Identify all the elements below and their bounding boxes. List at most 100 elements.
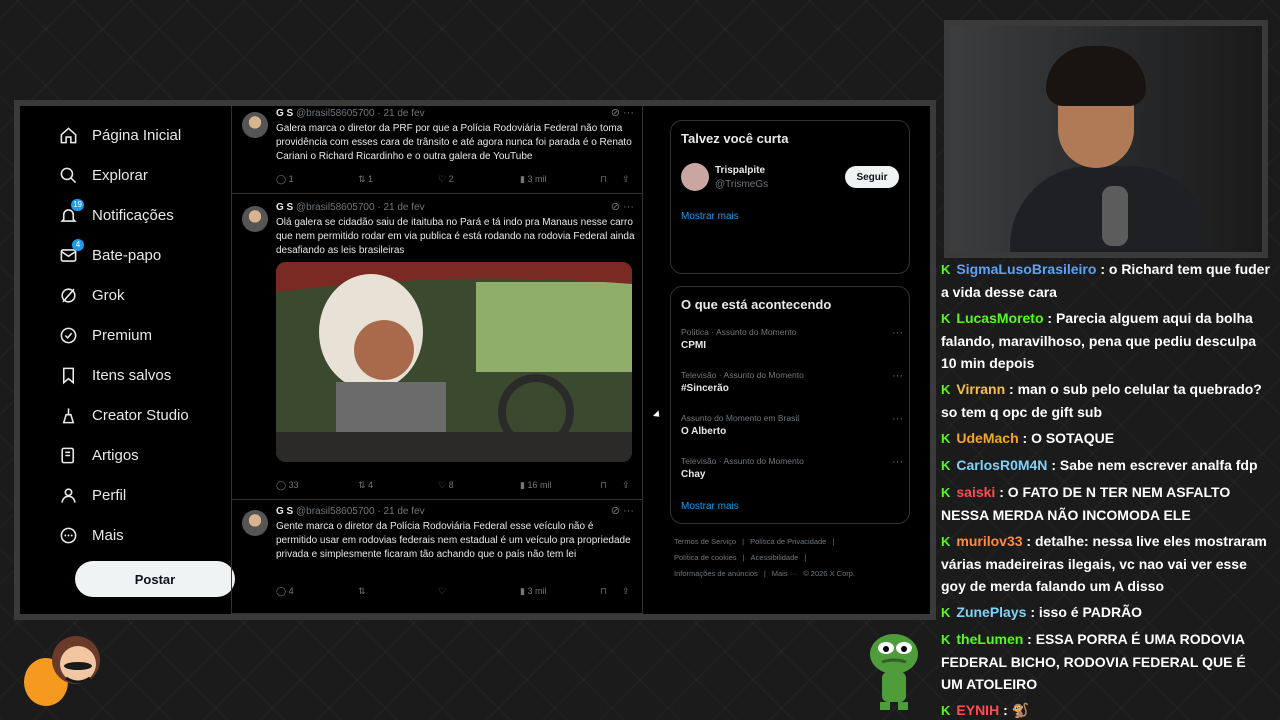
views-button[interactable]: ▮ 3 mil bbox=[520, 586, 546, 597]
trend-category: Política · Assunto do Momento bbox=[681, 327, 797, 337]
views-button[interactable]: ▮ 3 mil bbox=[520, 174, 546, 185]
avatar[interactable] bbox=[242, 112, 268, 138]
tweet-header: G S @brasil58605700 · 21 de fev bbox=[276, 506, 425, 517]
tweet-text: Gente marca o diretor da Polícia Rodoviá… bbox=[276, 521, 631, 560]
kick-icon: K bbox=[941, 534, 951, 549]
grok-icon[interactable]: ⊘ bbox=[611, 107, 620, 119]
chat-username[interactable]: EYNIH bbox=[956, 702, 999, 718]
footer-link[interactable]: Acessibilidade bbox=[751, 553, 799, 562]
post-button[interactable]: Postar bbox=[75, 561, 235, 597]
sidebar-item-creator-studio[interactable]: Creator Studio bbox=[58, 400, 189, 430]
author-name[interactable]: G S bbox=[276, 108, 293, 119]
views-button[interactable]: ▮ 16 mil bbox=[520, 480, 551, 491]
grok-icon[interactable]: ⊘ bbox=[611, 505, 620, 517]
tweet[interactable]: G S @brasil58605700 · 21 de fev ⊘ ··· Ol… bbox=[232, 200, 642, 500]
sidebar-item-label: Itens salvos bbox=[92, 366, 172, 384]
more-icon[interactable]: ··· bbox=[623, 107, 634, 119]
sidebar-item-bookmarks[interactable]: Itens salvos bbox=[58, 360, 171, 390]
sidebar-item-label: Bate-papo bbox=[92, 246, 162, 264]
tweet[interactable]: G S @brasil58605700 · 21 de fev ⊘ ··· Ge… bbox=[232, 504, 642, 614]
sidebar-item-label: Artigos bbox=[92, 446, 139, 464]
footer-link[interactable]: Informações de anúncios bbox=[674, 569, 758, 578]
bookmark-button[interactable]: ⊓ bbox=[600, 586, 607, 597]
grok-icon[interactable]: ⊘ bbox=[611, 201, 620, 213]
repost-button[interactable]: ⇅ 1 bbox=[358, 174, 373, 185]
more-icon[interactable]: ··· bbox=[623, 505, 634, 517]
more-circle-icon bbox=[58, 525, 78, 545]
kick-icon: K bbox=[941, 431, 951, 446]
author-name[interactable]: G S bbox=[276, 506, 293, 517]
chat-username[interactable]: SigmaLusoBrasileiro bbox=[956, 261, 1096, 277]
footer-link[interactable]: Mais ··· bbox=[772, 569, 797, 578]
sidebar-item-chat[interactable]: 4 Bate-papo bbox=[58, 239, 162, 270]
share-button[interactable]: ⇪ bbox=[622, 586, 630, 597]
chat-username[interactable]: murilov33 bbox=[956, 533, 1022, 549]
follow-button[interactable]: Seguir bbox=[845, 166, 899, 188]
more-icon[interactable]: ··· bbox=[892, 370, 903, 382]
avatar[interactable] bbox=[242, 510, 268, 536]
author-handle[interactable]: @brasil58605700 bbox=[296, 108, 375, 119]
more-icon[interactable]: ··· bbox=[892, 413, 903, 425]
suggested-user-handle[interactable]: @TrismeGs bbox=[715, 179, 768, 190]
author-name[interactable]: G S bbox=[276, 202, 293, 213]
chat-username[interactable]: saiski bbox=[956, 484, 995, 500]
chat-text: : isso é PADRÃO bbox=[1030, 604, 1143, 620]
bookmark-button[interactable]: ⊓ bbox=[600, 480, 607, 491]
chat-text: : O SOTAQUE bbox=[1022, 430, 1115, 446]
show-more-link[interactable]: Mostrar mais bbox=[681, 211, 739, 222]
show-more-link[interactable]: Mostrar mais bbox=[681, 501, 739, 512]
tweet[interactable]: G S @brasil58605700 · 21 de fev ⊘ ··· Ga… bbox=[232, 106, 642, 194]
sidebar-item-home[interactable]: Página Inicial bbox=[58, 120, 181, 150]
chat-username[interactable]: LucasMoreto bbox=[956, 310, 1043, 326]
premium-icon bbox=[58, 325, 78, 345]
chat-panel: K SigmaLusoBrasileiro : o Richard tem que… bbox=[941, 258, 1271, 720]
article-icon bbox=[58, 445, 78, 465]
like-button[interactable]: ♡ 8 bbox=[438, 480, 454, 491]
chat-message: Ksaiski : O FATO DE N TER NEM ASFALTO NE… bbox=[941, 481, 1271, 526]
sidebar-item-profile[interactable]: Perfil bbox=[58, 480, 126, 510]
reply-button[interactable]: ◯ 33 bbox=[276, 480, 299, 491]
trend-item[interactable]: Assunto do Momento em Brasil O Alberto ·… bbox=[681, 413, 903, 445]
chat-username[interactable]: UdeMach bbox=[956, 430, 1018, 446]
trend-item[interactable]: Televisão · Assunto do Momento Chay ··· bbox=[681, 456, 903, 488]
tweet-video[interactable] bbox=[276, 262, 632, 462]
views-count: 3 mil bbox=[527, 586, 547, 596]
share-button[interactable]: ⇪ bbox=[622, 480, 630, 491]
reply-button[interactable]: ◯ 1 bbox=[276, 174, 294, 185]
sidebar-item-more[interactable]: Mais bbox=[58, 520, 124, 550]
bookmark-button[interactable]: ⊓ bbox=[600, 174, 607, 185]
chat-username[interactable]: Virrann bbox=[956, 381, 1005, 397]
avatar[interactable] bbox=[681, 163, 709, 191]
chat-username[interactable]: CarlosR0M4N bbox=[956, 457, 1047, 473]
who-to-follow-card: Talvez você curta Trispalpite @TrismeGs … bbox=[670, 120, 910, 274]
share-button[interactable]: ⇪ bbox=[622, 174, 630, 185]
sidebar-item-premium[interactable]: Premium bbox=[58, 320, 152, 350]
footer-link[interactable]: Política de cookies bbox=[674, 553, 737, 562]
like-button[interactable]: ♡ 2 bbox=[438, 174, 454, 185]
sidebar-item-articles[interactable]: Artigos bbox=[58, 440, 139, 470]
chat-username[interactable]: theLumen bbox=[956, 631, 1023, 647]
sidebar-item-explore[interactable]: Explorar bbox=[58, 160, 148, 190]
more-icon[interactable]: ··· bbox=[892, 327, 903, 339]
repost-button[interactable]: ⇅ 4 bbox=[358, 480, 373, 491]
footer-separator: | bbox=[742, 537, 745, 546]
avatar[interactable] bbox=[242, 206, 268, 232]
sidebar-item-notifications[interactable]: 19 Notificações bbox=[58, 199, 174, 230]
browser-window: Página Inicial Explorar 19 Notificações … bbox=[14, 100, 936, 620]
sidebar-item-grok[interactable]: Grok bbox=[58, 280, 125, 310]
author-handle[interactable]: @brasil58605700 bbox=[296, 202, 375, 213]
trend-item[interactable]: Televisão · Assunto do Momento #Sincerão… bbox=[681, 370, 903, 402]
trend-item[interactable]: Política · Assunto do Momento CPMI ··· bbox=[681, 327, 903, 359]
suggested-user-name[interactable]: Trispalpite bbox=[715, 165, 765, 176]
author-handle[interactable]: @brasil58605700 bbox=[296, 506, 375, 517]
footer-separator: | bbox=[742, 553, 745, 562]
footer-link[interactable]: Termos de Serviço bbox=[674, 537, 736, 546]
chat-username[interactable]: ZunePlays bbox=[956, 604, 1026, 620]
more-icon[interactable]: ··· bbox=[892, 456, 903, 468]
like-button[interactable]: ♡ bbox=[438, 586, 446, 597]
reply-button[interactable]: ◯ 4 bbox=[276, 586, 294, 597]
footer-link[interactable]: Política de Privacidade bbox=[750, 537, 826, 546]
kick-icon: K bbox=[941, 382, 951, 397]
repost-button[interactable]: ⇅ bbox=[358, 586, 366, 597]
more-icon[interactable]: ··· bbox=[623, 201, 634, 213]
